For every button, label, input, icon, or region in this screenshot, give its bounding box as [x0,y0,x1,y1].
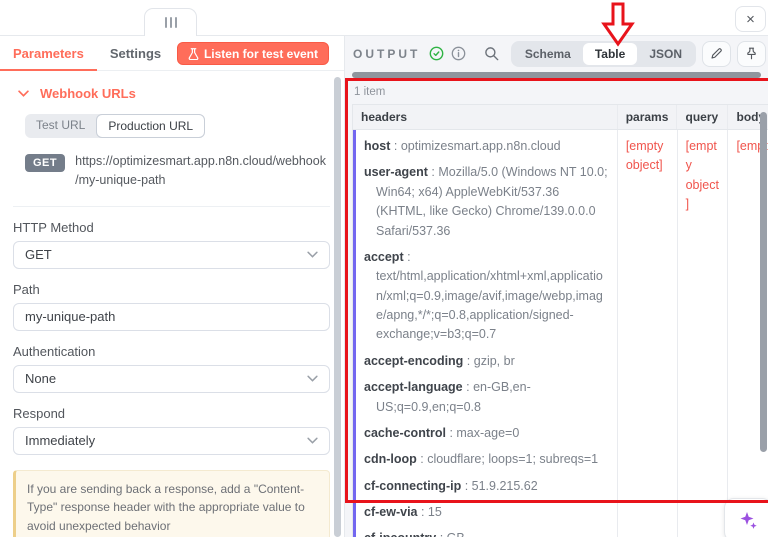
flask-icon [188,47,199,60]
chevron-down-icon [307,437,318,444]
n8n-webhook-node-modal: × Parameters Settings Listen for test ev… [0,0,768,537]
tab-settings[interactable]: Settings [97,36,174,70]
items-count: 1 item [354,86,386,98]
pin-icon [747,47,756,60]
webhook-url-text[interactable]: https://optimizesmart.app.n8n.cloud/webh… [75,152,327,190]
pin-data-button[interactable] [737,40,766,67]
path-value: my-unique-path [25,309,116,324]
listen-button-label: Listen for test event [203,46,318,61]
output-view-tabs: Schema Table JSON [510,40,696,67]
authentication-label: Authentication [13,343,96,359]
panel-drag-handle[interactable] [144,8,197,36]
header-entry: cache-control : max-age=0 [364,425,520,440]
webhook-urls-title: Webhook URLs [40,86,136,101]
header-entry: cf-ew-via : 15 [364,505,442,519]
chevron-down-icon [307,375,318,382]
parameters-panel: Parameters Settings Listen for test even… [0,35,345,537]
http-method-value: GET [25,247,52,262]
grip-icon [164,17,167,28]
scrollbar-thumb[interactable] [352,72,761,78]
search-icon [485,47,499,61]
header-entry: accept : text/html,application/xhtml+xml… [364,249,603,342]
ai-assistant-button[interactable] [724,498,768,537]
header-entry: host : optimizesmart.app.n8n.cloud [364,139,561,153]
column-header-query[interactable]: query [676,105,727,129]
edit-output-button[interactable] [702,40,731,67]
column-header-headers[interactable]: headers [353,105,617,129]
close-icon: × [746,10,755,28]
path-field: Path my-unique-path [13,282,330,331]
sparkles-icon [740,512,757,529]
output-panel-header: OUTPUT Schema Table JSON [345,36,768,71]
http-method-badge: GET [25,154,66,172]
table-row: host : optimizesmart.app.n8n.cloud user-a… [353,130,768,537]
tab-table[interactable]: Table [582,42,638,65]
url-type-segmented-control: Test URL Production URL [25,114,206,138]
respond-field: Respond Immediately [13,406,330,455]
header-entry: cf-connecting-ip : 51.9.215.62 [364,478,538,493]
authentication-value: None [25,371,57,386]
http-method-select[interactable]: GET [13,240,330,269]
output-table: headers params query body host : optimiz… [352,104,768,537]
query-cell: [empty object] [676,130,728,537]
params-cell: [empty object] [616,130,677,537]
chevron-down-icon [307,251,318,258]
listen-for-test-event-button[interactable]: Listen for test event [176,42,329,65]
authentication-field: Authentication None [13,344,330,393]
parameters-form: Webhook URLs Test URL Production URL GET… [0,71,344,537]
close-button[interactable]: × [735,6,766,32]
webhook-urls-section: Webhook URLs Test URL Production URL GET… [13,71,330,207]
webhook-urls-toggle[interactable]: Webhook URLs [13,86,330,101]
respond-label: Respond [13,405,66,421]
output-title: OUTPUT [353,46,421,61]
search-button[interactable] [484,46,499,61]
header-entry: accept-encoding : gzip, br [364,353,515,368]
grip-icon [169,17,172,28]
tab-schema[interactable]: Schema [513,43,583,65]
left-panel-scrollbar[interactable] [334,77,341,537]
output-content: 1 item headers params query body host : … [345,79,768,537]
authentication-select[interactable]: None [13,364,330,393]
http-method-field: HTTP Method GET [13,220,330,269]
content-type-notice: If you are sending back a response, add … [13,469,330,537]
info-icon[interactable] [451,46,466,61]
column-header-params[interactable]: params [616,105,677,129]
output-panel: OUTPUT Schema Table JSON 1 item headers … [345,35,768,537]
header-entry: cf-ipcountry : GB [364,529,609,537]
production-url-tab[interactable]: Production URL [96,114,206,138]
path-label: Path [13,281,40,297]
tab-json[interactable]: JSON [637,43,694,65]
pencil-icon [711,48,722,59]
respond-value: Immediately [25,433,96,448]
header-entry: cdn-loop : cloudflare; loops=1; subreqs=… [364,452,599,467]
header-entry: accept-language : en-GB,en-US;q=0.9,en;q… [364,380,531,414]
test-url-tab[interactable]: Test URL [25,114,96,138]
output-vertical-scrollbar[interactable] [760,112,767,452]
output-horizontal-scrollbar[interactable] [345,71,768,79]
headers-cell: host : optimizesmart.app.n8n.cloud user-a… [353,130,617,537]
chevron-down-icon [18,90,29,97]
http-method-label: HTTP Method [13,219,94,235]
table-header-row: headers params query body [353,105,768,130]
parameters-panel-header: Parameters Settings Listen for test even… [0,36,344,71]
grip-icon [174,17,177,28]
path-input[interactable]: my-unique-path [13,302,330,331]
respond-select[interactable]: Immediately [13,426,330,455]
header-entry: user-agent : Mozilla/5.0 (Windows NT 10.… [364,165,608,238]
success-check-icon [429,46,444,61]
tab-parameters[interactable]: Parameters [0,36,97,71]
